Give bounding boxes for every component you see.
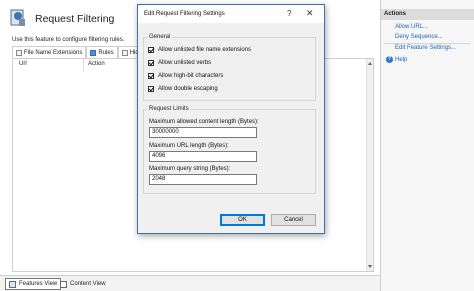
allow-unlisted-verbs-option[interactable]: Allow unlisted verbs: [148, 60, 211, 66]
content-view-tab[interactable]: Content View: [57, 278, 109, 290]
features-view-tab[interactable]: Features View: [5, 278, 62, 290]
content-view-icon: [60, 280, 67, 288]
dialog-title: Edit Request Filtering Settings: [144, 11, 225, 17]
hidden-segments-icon: [121, 49, 128, 56]
request-limits-group: Request Limits Maximum allowed content l…: [143, 106, 316, 194]
tab-label: Rules: [98, 49, 114, 56]
dialog-body: General Allow unlisted file name extensi…: [138, 23, 324, 233]
features-view-icon: [9, 280, 16, 288]
request-filtering-icon: [10, 9, 25, 26]
max-query-string-label: Maximum query string (Bytes):: [149, 166, 231, 172]
max-url-length-field[interactable]: 4096: [149, 151, 257, 162]
scroll-down-icon[interactable]: [368, 265, 372, 268]
request-limits-group-label: Request Limits: [147, 106, 191, 112]
view-switcher-bar: Features View Content View: [0, 275, 380, 291]
option-label: Allow double escaping: [158, 86, 218, 92]
general-group: General Allow unlisted file name extensi…: [143, 34, 316, 101]
allow-double-escaping-option[interactable]: Allow double escaping: [148, 86, 218, 92]
tab-label: File Name Extensions: [24, 49, 83, 56]
allow-url-link[interactable]: Allow URL...: [395, 24, 428, 30]
deny-sequence-link[interactable]: Deny Sequence...: [395, 34, 443, 40]
file-extension-icon: [16, 49, 22, 56]
max-query-string-field[interactable]: 2048: [149, 174, 257, 185]
column-header-action[interactable]: Action: [88, 61, 105, 67]
content-view-label: Content View: [70, 281, 106, 287]
page-description: Use this feature to configure filtering …: [12, 37, 125, 43]
help-link[interactable]: Help: [395, 57, 407, 63]
column-header-url[interactable]: Url: [19, 61, 27, 67]
feature-tabs: File Name Extensions Rules Hidd: [12, 46, 147, 58]
dialog-close-button[interactable]: ✕: [306, 8, 314, 19]
actions-header: Actions: [381, 9, 474, 20]
option-label: Allow high-bit characters: [158, 73, 224, 79]
allow-unlisted-verbs-checkbox[interactable]: [148, 60, 154, 66]
dialog-help-button[interactable]: ?: [287, 9, 291, 18]
max-content-length-label: Maximum allowed content length (Bytes):: [149, 119, 259, 125]
cancel-button[interactable]: Cancel: [271, 214, 316, 226]
ok-button[interactable]: OK: [220, 214, 265, 226]
edit-request-filtering-settings-dialog: Edit Request Filtering Settings ? ✕ Gene…: [137, 4, 325, 234]
vertical-scrollbar[interactable]: [366, 59, 373, 271]
tab-rules[interactable]: Rules: [86, 46, 118, 58]
general-group-label: General: [147, 34, 173, 40]
allow-unlisted-extensions-checkbox[interactable]: [148, 47, 154, 53]
tab-file-name-extensions[interactable]: File Name Extensions: [12, 46, 87, 58]
actions-divider: [384, 43, 470, 44]
option-label: Allow unlisted verbs: [158, 60, 212, 66]
scroll-up-icon[interactable]: [368, 62, 372, 65]
rules-icon: [90, 49, 97, 56]
page-title: Request Filtering: [35, 13, 115, 25]
column-divider[interactable]: [83, 59, 84, 71]
max-content-length-field[interactable]: 30000000: [149, 127, 257, 138]
allow-unlisted-extensions-option[interactable]: Allow unlisted file name extensions: [148, 47, 251, 53]
allow-high-bit-characters-option[interactable]: Allow high-bit characters: [148, 73, 223, 79]
actions-pane: Actions Allow URL... Deny Sequence... Ed…: [380, 0, 474, 291]
option-label: Allow unlisted file name extensions: [158, 47, 252, 53]
max-url-length-label: Maximum URL length (Bytes):: [149, 143, 229, 149]
allow-high-bit-characters-checkbox[interactable]: [148, 73, 154, 79]
edit-feature-settings-link[interactable]: Edit Feature Settings...: [395, 45, 456, 51]
help-icon[interactable]: ?: [386, 56, 393, 63]
dialog-titlebar[interactable]: Edit Request Filtering Settings ? ✕: [138, 5, 324, 23]
allow-double-escaping-checkbox[interactable]: [148, 86, 154, 92]
features-view-label: Features View: [19, 281, 58, 287]
